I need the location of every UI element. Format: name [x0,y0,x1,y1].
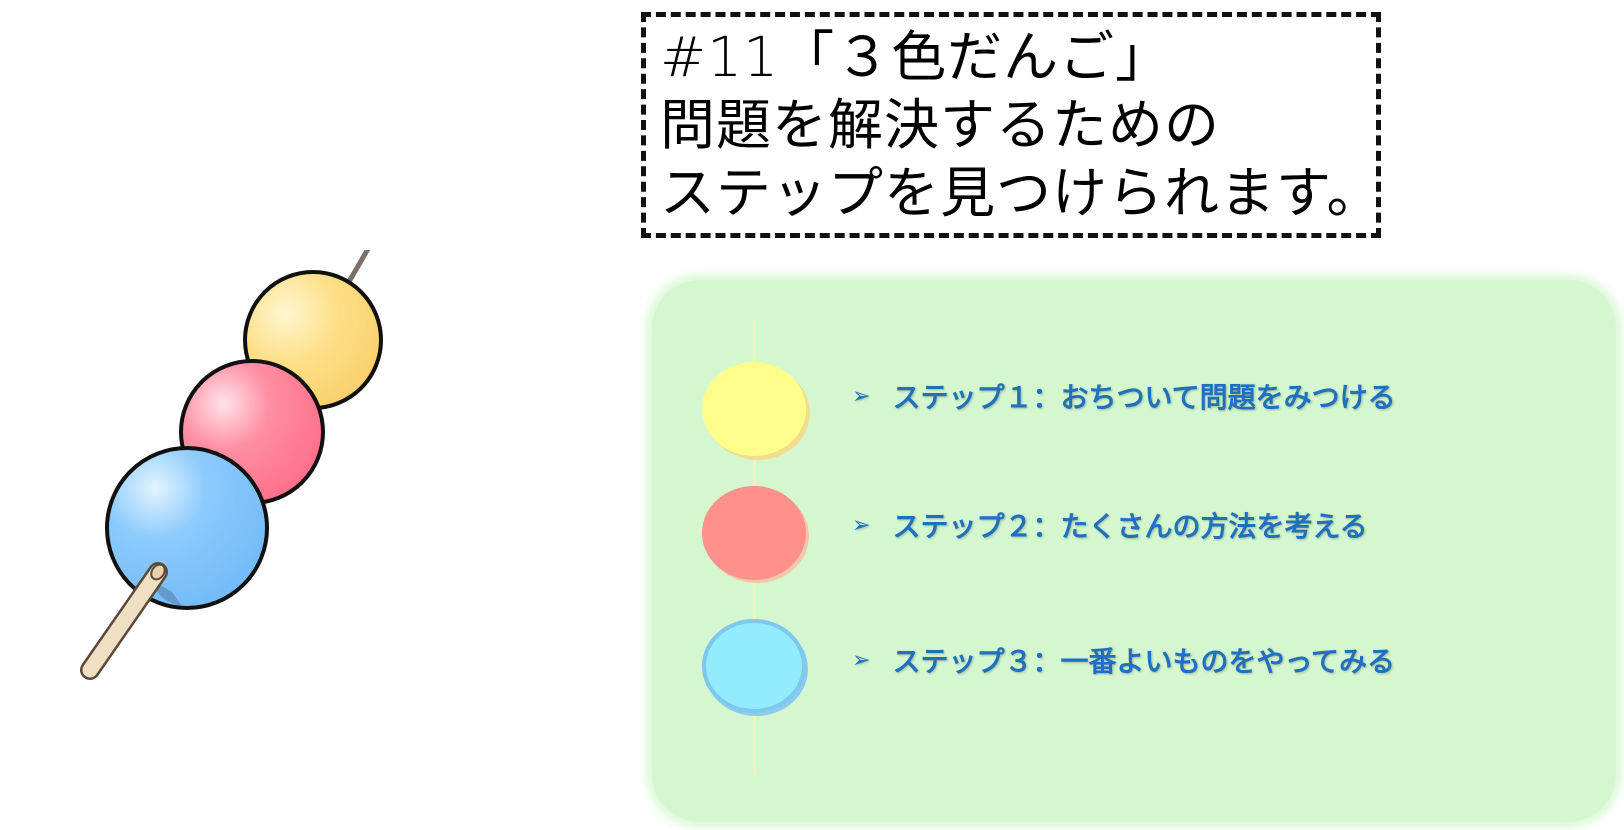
step-1-ball [702,362,806,456]
arrow-bullet-icon: ➢ [852,512,871,538]
title-box: #11「３色だんご」 問題を解決するための ステップを見つけられます。 [641,12,1383,238]
blue-dango-ball [105,446,269,610]
dango-skewer-illustration [80,250,383,680]
step-2-ball [702,486,806,580]
title-line-3: ステップを見つけられます。 [660,161,1383,225]
step-2-label: ステップ２：たくさんの方法を考える [892,510,1368,543]
step-3-ball [702,619,806,713]
step-1-item: ➢ ステップ１：おちついて問題をみつける [852,376,1396,416]
arrow-bullet-icon: ➢ [852,383,871,409]
skewer-tip [347,250,371,283]
slide: #11「３色だんご」 問題を解決するための ステップを見つけられます。 ➢ ステ… [0,0,1624,830]
step-3-item: ➢ ステップ３：一番よいものをやってみる [852,640,1395,680]
steps-panel: ➢ ステップ１：おちついて問題をみつける ➢ ステップ２：たくさんの方法を考える… [652,280,1616,822]
arrow-bullet-icon: ➢ [852,647,871,673]
title-line-2: 問題を解決するための [660,93,1221,157]
step-2-item: ➢ ステップ２：たくさんの方法を考える [852,505,1368,545]
title-line-1: #11「３色だんご」 [660,25,1172,89]
step-1-label: ステップ１：おちついて問題をみつける [892,381,1396,414]
step-3-label: ステップ３：一番よいものをやってみる [892,645,1396,678]
